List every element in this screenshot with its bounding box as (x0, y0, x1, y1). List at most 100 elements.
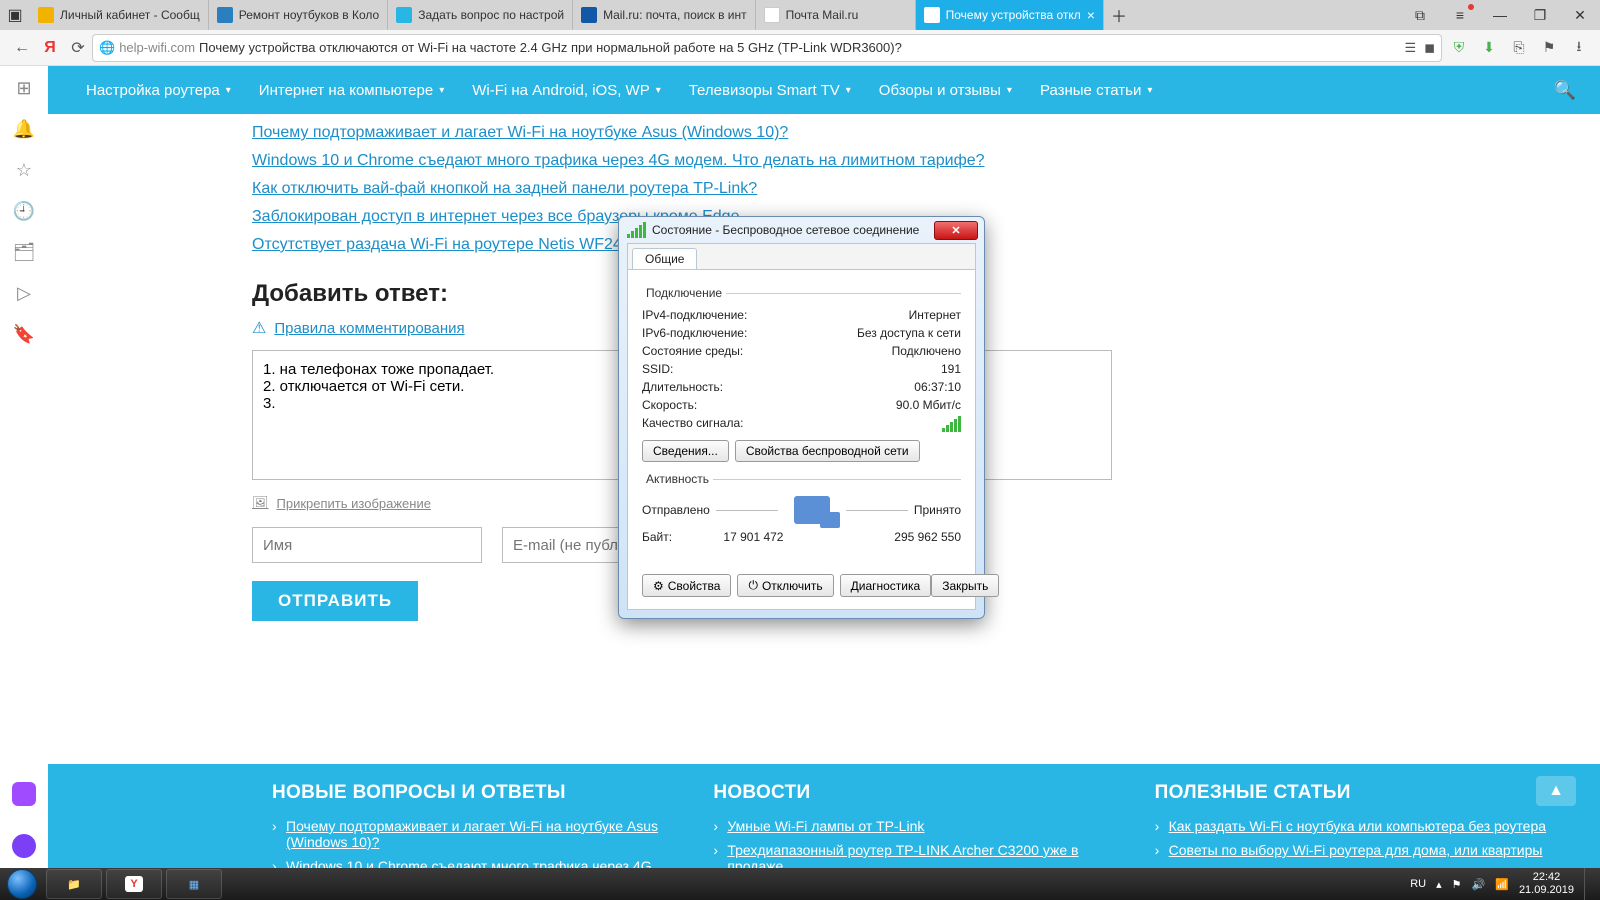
clock-date: 21.09.2019 (1519, 884, 1574, 897)
taskbar-yandex[interactable]: Y (106, 869, 162, 899)
tray-network-icon[interactable]: 📶 (1495, 878, 1509, 891)
nav-item[interactable]: Телевизоры Smart TV▾ (675, 82, 865, 99)
window-close-button[interactable]: ✕ (1560, 0, 1600, 30)
bytes-label: Байт: (642, 530, 672, 544)
footer-heading: ПОЛЕЗНЫЕ СТАТЬИ (1155, 782, 1556, 804)
shield-icon[interactable]: ⛨ (1446, 35, 1472, 61)
footer-link[interactable]: Как раздать Wi-Fi с ноутбука или компьют… (1155, 818, 1556, 834)
nav-item[interactable]: Интернет на компьютере▾ (245, 82, 458, 99)
nav-label: Настройка роутера (86, 82, 220, 99)
bookmark-icon[interactable]: ◼ (1424, 40, 1435, 56)
tray-up-icon[interactable]: ▴ (1436, 878, 1442, 891)
tab-label: Личный кабинет - Сообщ (60, 8, 200, 22)
chevron-down-icon: ▾ (656, 85, 661, 96)
nav-label: Обзоры и отзывы (879, 82, 1001, 99)
apps-icon[interactable]: ⊞ (16, 78, 31, 99)
nav-label: Wi-Fi на Android, iOS, WP (472, 82, 649, 99)
back-button[interactable]: ← (8, 34, 36, 62)
nav-item[interactable]: Настройка роутера ▾ (72, 82, 245, 99)
panel-toggle-icon[interactable]: ▣ (0, 0, 30, 30)
dialog-titlebar[interactable]: Состояние - Беспроводное сетевое соедине… (619, 217, 984, 243)
downloads-icon[interactable]: ⭳ (1566, 35, 1592, 61)
related-link[interactable]: Windows 10 и Chrome съедают много трафик… (252, 152, 1064, 170)
btn-label: Отключить (762, 579, 823, 593)
submit-button[interactable]: ОТПРАВИТЬ (252, 581, 418, 621)
assistant-purple-icon[interactable] (12, 782, 36, 806)
show-desktop-button[interactable] (1584, 868, 1592, 900)
collections-icon[interactable]: 🗂 (13, 242, 36, 263)
favicon-icon (924, 7, 940, 23)
close-button[interactable]: Закрыть (931, 574, 999, 597)
bytes-sent: 17 901 472 (723, 530, 783, 544)
chevron-down-icon: ▾ (1007, 85, 1012, 96)
flag-icon[interactable]: ⚑ (1536, 35, 1562, 61)
dialog-close-button[interactable]: ✕ (934, 221, 978, 240)
properties-button[interactable]: ⚙Свойства (642, 574, 731, 597)
tab-label: Mail.ru: почта, поиск в инт (603, 8, 747, 22)
bell-icon[interactable]: 🔔 (13, 119, 35, 140)
chevron-down-icon: ▾ (846, 85, 851, 96)
footer-link[interactable]: Почему подтормаживает и лагает Wi-Fi на … (272, 818, 673, 850)
taskbar-explorer[interactable]: 📁 (46, 869, 102, 899)
addon-icon[interactable]: ⎘ (1506, 35, 1532, 61)
taskbar-app[interactable]: ▦ (166, 869, 222, 899)
chevron-down-icon: ▾ (226, 85, 231, 96)
chevron-down-icon: ▾ (439, 85, 444, 96)
download-arrow-icon[interactable]: ⬇ (1476, 35, 1502, 61)
dialog-title: Состояние - Беспроводное сетевое соедине… (652, 223, 934, 237)
tab-label: Задать вопрос по настрой (418, 8, 564, 22)
tabs-overview-icon[interactable]: ⧉ (1400, 0, 1440, 30)
window-minimize-button[interactable]: — (1480, 0, 1520, 30)
window-maximize-button[interactable]: ❐ (1520, 0, 1560, 30)
extensions-icon[interactable]: ≡ (1440, 0, 1480, 30)
url-input[interactable]: 🌐 help-wifi.com Почему устройства отключ… (92, 34, 1442, 62)
diagnostics-button[interactable]: Диагностика (840, 574, 932, 597)
related-link[interactable]: Почему подтормаживает и лагает Wi-Fi на … (252, 124, 1064, 142)
history-icon[interactable]: 🕘 (13, 201, 35, 222)
wireless-properties-button[interactable]: Свойства беспроводной сети (735, 440, 920, 462)
new-tab-button[interactable]: ＋ (1104, 0, 1134, 30)
browser-tab-active[interactable]: Почему устройства откл × (916, 0, 1104, 30)
image-icon: 🖼 (252, 495, 269, 511)
play-icon[interactable]: ▷ (17, 283, 31, 304)
browser-tabbar: ▣ Личный кабинет - Сообщ Ремонт ноутбуко… (0, 0, 1600, 30)
browser-tab[interactable]: Почта Mail.ru (756, 0, 916, 30)
alice-icon[interactable] (12, 834, 36, 858)
tray-volume-icon[interactable]: 🔊 (1472, 878, 1486, 891)
footer-link[interactable]: Трехдиапазонный роутер TP-LINK Archer C3… (713, 842, 1114, 868)
nav-item[interactable]: Обзоры и отзывы ▾ (865, 82, 1026, 99)
disconnect-icon: ⏻ (748, 578, 758, 593)
site-nav: Настройка роутера ▾ Интернет на компьютер… (48, 66, 1600, 114)
related-link[interactable]: Как отключить вай-фай кнопкой на задней … (252, 180, 1064, 198)
bytes-recv: 295 962 550 (894, 530, 961, 544)
footer-link[interactable]: Советы по выбору Wi-Fi роутера для дома,… (1155, 842, 1556, 858)
tray-clock[interactable]: 22:42 21.09.2019 (1519, 871, 1574, 897)
browser-tab[interactable]: Задать вопрос по настрой (388, 0, 573, 30)
footer-link[interactable]: Умные Wi-Fi лампы от TP-Link (713, 818, 1114, 834)
nav-item[interactable]: Разные статьи▾ (1026, 82, 1166, 99)
star-icon[interactable]: ☆ (16, 160, 32, 181)
disconnect-button[interactable]: ⏻ Отключить (737, 574, 833, 597)
name-input[interactable] (252, 527, 482, 563)
comment-rules-link[interactable]: Правила комментирования (274, 320, 464, 337)
browser-tab[interactable]: Личный кабинет - Сообщ (30, 0, 209, 30)
nav-item[interactable]: Wi-Fi на Android, iOS, WP ▾ (458, 82, 675, 99)
btn-label: Свойства (668, 579, 721, 593)
start-button[interactable] (0, 868, 44, 900)
reload-button[interactable]: ⟳ (64, 34, 92, 62)
dialog-tab-general[interactable]: Общие (632, 248, 697, 269)
tray-flag-icon[interactable]: ⚑ (1452, 878, 1462, 891)
browser-tab[interactable]: Mail.ru: почта, поиск в инт (573, 0, 756, 30)
tab-label: Почему устройства откл (946, 8, 1081, 22)
nav-label: Разные статьи (1040, 82, 1141, 99)
tray-lang[interactable]: RU (1410, 878, 1426, 890)
feed-icon[interactable]: ☰ (1405, 40, 1417, 56)
close-tab-icon[interactable]: × (1087, 7, 1095, 23)
footer-link[interactable]: Windows 10 и Chrome съедают много трафик… (272, 858, 673, 868)
yandex-home-button[interactable]: Я (36, 34, 64, 62)
scroll-top-button[interactable]: ▲ (1536, 776, 1576, 806)
browser-tab[interactable]: Ремонт ноутбуков в Коло (209, 0, 389, 30)
bookmark-add-icon[interactable]: 🔖 (13, 324, 35, 345)
search-icon[interactable]: 🔍 (1554, 80, 1576, 101)
details-button[interactable]: Сведения... (642, 440, 729, 462)
